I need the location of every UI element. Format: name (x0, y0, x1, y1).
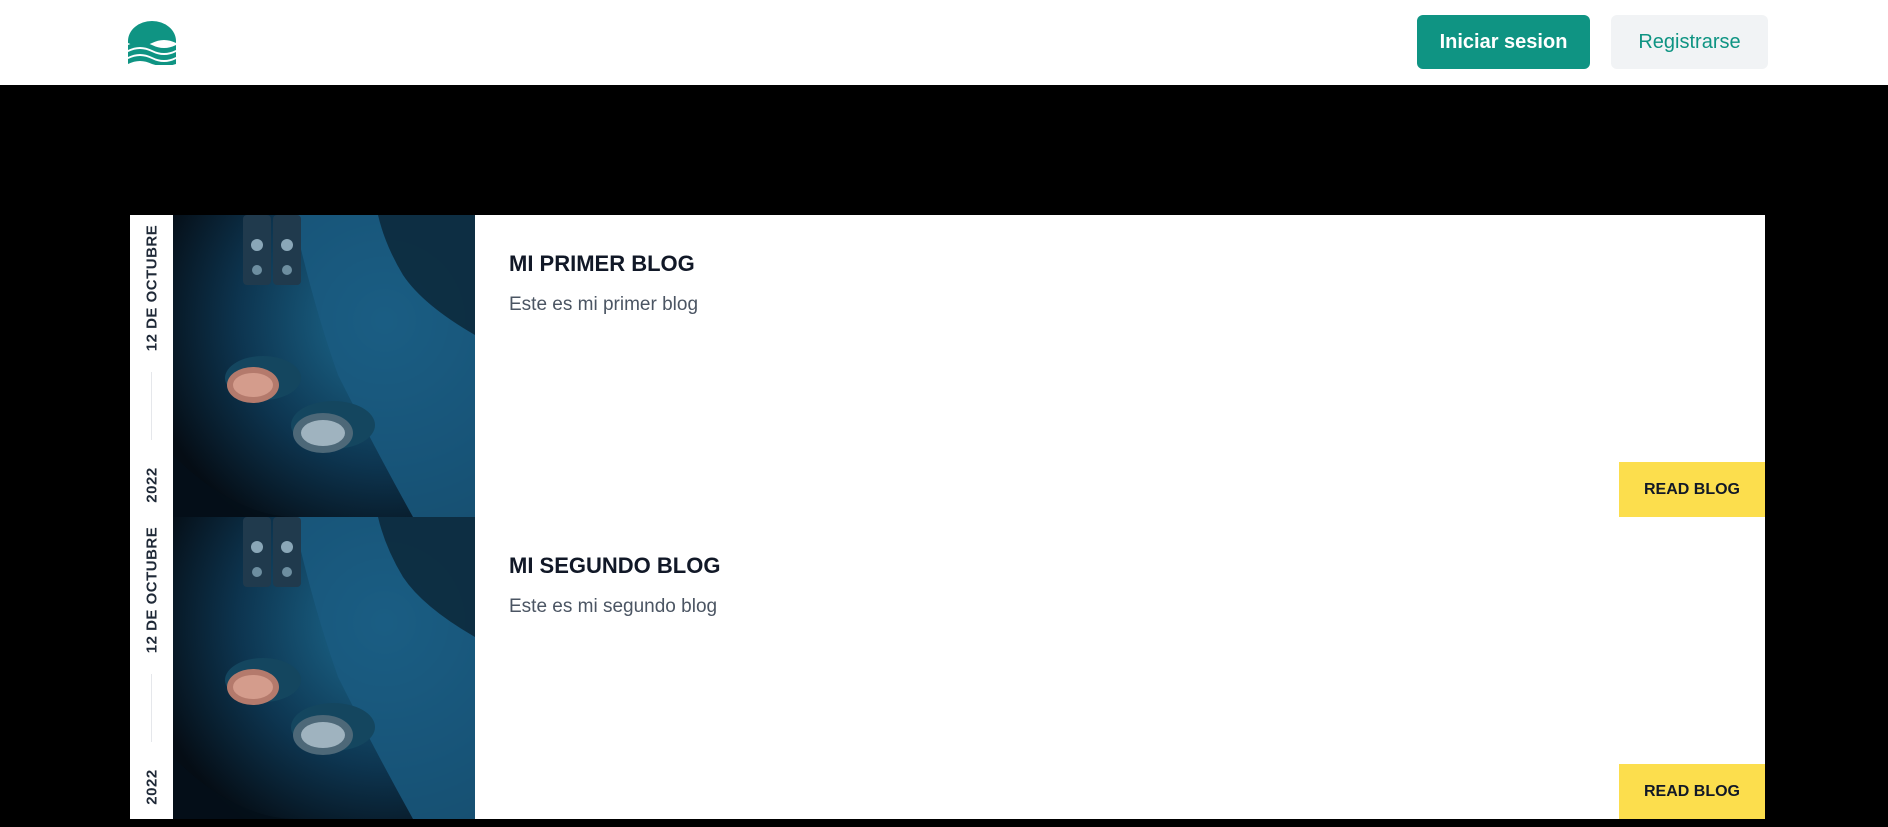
read-blog-button[interactable]: READ BLOG (1619, 764, 1765, 819)
blog-post-card: 12 DE OCTUBRE 2022 (130, 215, 1765, 517)
guitar-photo[interactable] (173, 215, 475, 517)
post-excerpt: Este es mi primer blog (509, 294, 699, 315)
read-blog-button[interactable]: READ BLOG (1619, 462, 1765, 517)
login-button[interactable]: Iniciar sesion (1417, 15, 1590, 69)
post-content: MI SEGUNDO BLOG Este es mi segundo blog … (475, 517, 1765, 819)
post-year-label: 2022 (143, 769, 160, 805)
register-button[interactable]: Registrarse (1611, 15, 1768, 69)
post-content: MI PRIMER BLOG Este es mi primer blog RE… (475, 215, 1765, 517)
top-navbar: Iniciar sesion Registrarse (0, 0, 1888, 85)
waves-logo-icon[interactable] (126, 21, 178, 66)
guitar-photo[interactable] (173, 517, 475, 819)
post-date-label: 12 DE OCTUBRE (143, 526, 160, 654)
post-date-label: 12 DE OCTUBRE (143, 224, 160, 352)
post-date-strip: 12 DE OCTUBRE 2022 (130, 215, 173, 517)
post-title[interactable]: MI SEGUNDO BLOG (509, 553, 720, 579)
post-date-strip: 12 DE OCTUBRE 2022 (130, 517, 173, 819)
post-title[interactable]: MI PRIMER BLOG (509, 251, 695, 277)
blog-post-card: 12 DE OCTUBRE 2022 (130, 517, 1765, 819)
blog-post-list: 12 DE OCTUBRE 2022 MI PRIMER BLOG Este e… (130, 215, 1765, 819)
date-divider (151, 674, 152, 742)
date-divider (151, 372, 152, 440)
post-excerpt: Este es mi segundo blog (509, 596, 718, 617)
post-year-label: 2022 (143, 467, 160, 503)
